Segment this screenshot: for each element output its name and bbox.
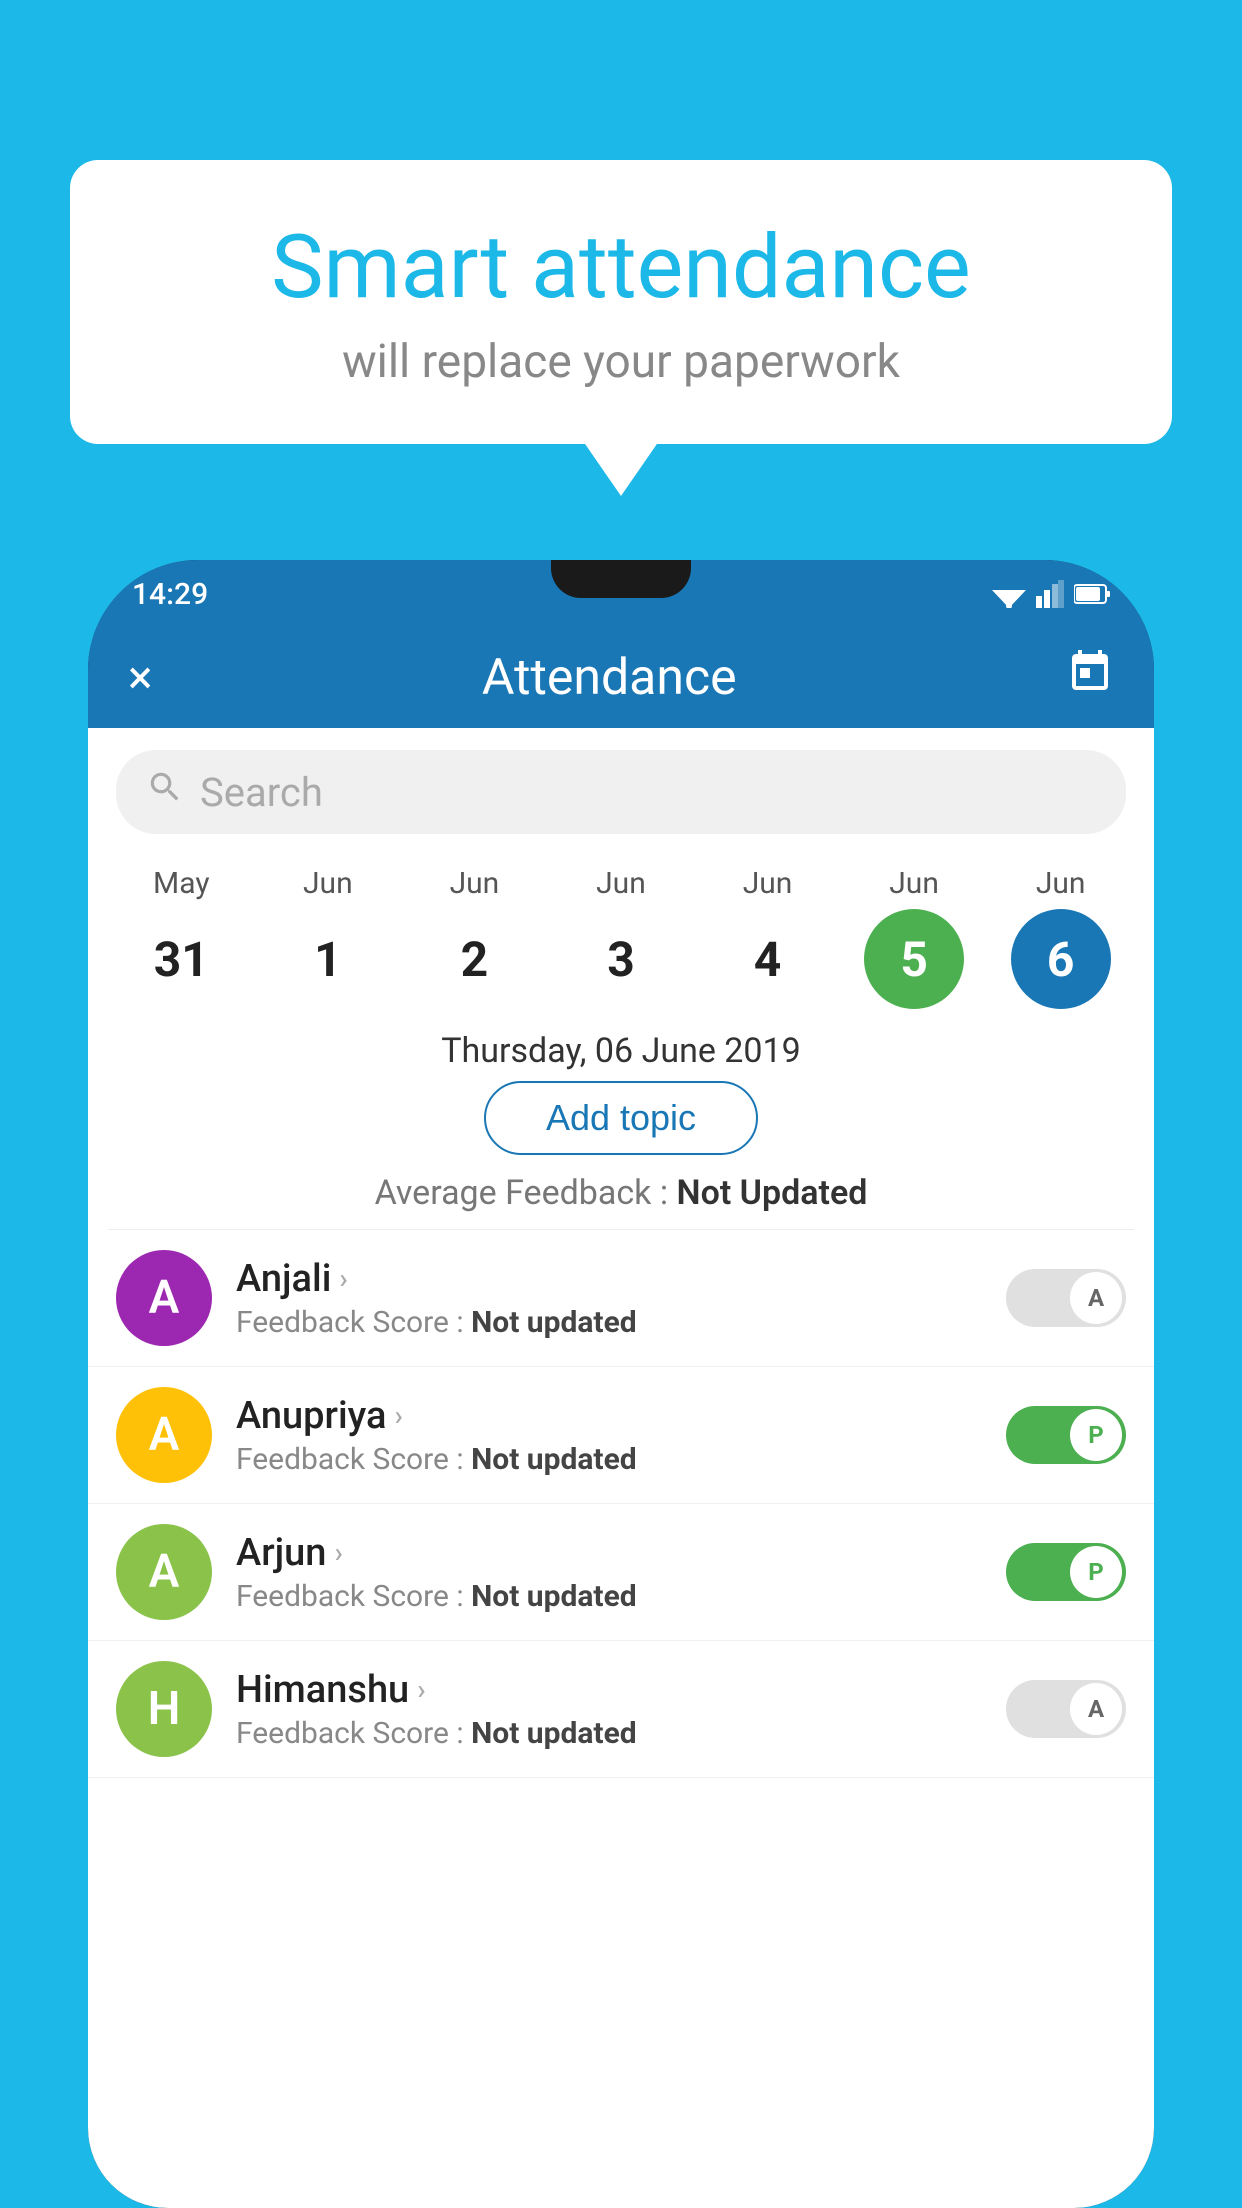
avatar: H <box>116 1661 212 1757</box>
attendance-toggle[interactable]: A <box>1006 1269 1126 1327</box>
avg-feedback-label: Average Feedback : <box>375 1173 677 1213</box>
student-name-text: Arjun <box>236 1531 326 1575</box>
student-item[interactable]: A Arjun› Feedback Score : Not updated P <box>88 1504 1154 1641</box>
wifi-icon <box>992 580 1026 608</box>
battery-icon <box>1074 582 1110 606</box>
student-name-text: Anjali <box>236 1257 331 1301</box>
student-item[interactable]: A Anupriya› Feedback Score : Not updated P <box>88 1367 1154 1504</box>
student-name: Anjali› <box>236 1257 982 1301</box>
toggle-wrap[interactable]: A <box>1006 1269 1126 1327</box>
cal-month-label: Jun <box>450 866 500 901</box>
toggle-knob: P <box>1070 1546 1122 1598</box>
signal-icon <box>1036 580 1064 608</box>
chevron-right-icon: › <box>394 1399 402 1432</box>
search-icon <box>146 768 184 816</box>
status-bar: 14:29 <box>88 560 1154 628</box>
calendar-day[interactable]: Jun 5 <box>854 866 974 1009</box>
student-name: Arjun› <box>236 1531 982 1575</box>
cal-date-number: 4 <box>718 909 818 1009</box>
status-time: 14:29 <box>132 577 208 612</box>
cal-month-label: Jun <box>743 866 793 901</box>
student-info: Anupriya› Feedback Score : Not updated <box>236 1394 982 1477</box>
phone-frame: 14:29 × Attendance <box>88 560 1154 2208</box>
attendance-toggle[interactable]: P <box>1006 1543 1126 1601</box>
feedback-score: Feedback Score : Not updated <box>236 1579 982 1614</box>
calendar-day[interactable]: Jun 6 <box>1001 866 1121 1009</box>
cal-month-label: Jun <box>1036 866 1086 901</box>
feedback-label: Feedback Score : <box>236 1579 471 1614</box>
feedback-score: Feedback Score : Not updated <box>236 1305 982 1340</box>
close-button[interactable]: × <box>128 651 153 705</box>
cal-date-number: 31 <box>131 909 231 1009</box>
cal-date-number: 3 <box>571 909 671 1009</box>
search-svg <box>146 768 184 806</box>
screen-content: Search May 31 Jun 1 Jun 2 Jun 3 Jun 4 Jun 5 Jun 6 Thu… <box>88 728 1154 2208</box>
avatar: A <box>116 1250 212 1346</box>
feedback-label: Feedback Score : <box>236 1716 471 1751</box>
toggle-knob: P <box>1070 1409 1122 1461</box>
bubble-subtitle: will replace your paperwork <box>120 335 1122 389</box>
bubble-title: Smart attendance <box>120 220 1122 317</box>
calendar-strip: May 31 Jun 1 Jun 2 Jun 3 Jun 4 Jun 5 Jun 6 <box>88 856 1154 1009</box>
add-topic-button[interactable]: Add topic <box>484 1081 758 1155</box>
avatar: A <box>116 1524 212 1620</box>
calendar-day[interactable]: May 31 <box>121 866 241 1009</box>
student-name: Himanshu› <box>236 1668 982 1712</box>
calendar-day[interactable]: Jun 3 <box>561 866 681 1009</box>
students-list: AAnjali›Feedback Score : Not updatedAAAn… <box>88 1230 1154 1778</box>
feedback-value: Not updated <box>471 1305 637 1340</box>
feedback-value: Not updated <box>471 1442 637 1477</box>
toggle-wrap[interactable]: P <box>1006 1406 1126 1464</box>
toggle-wrap[interactable]: P <box>1006 1543 1126 1601</box>
cal-month-label: Jun <box>303 866 353 901</box>
cal-date-number: 1 <box>278 909 378 1009</box>
average-feedback: Average Feedback : Not Updated <box>88 1173 1154 1213</box>
cal-date-number: 2 <box>424 909 524 1009</box>
cal-month-label: May <box>153 866 209 901</box>
student-name-text: Himanshu <box>236 1668 409 1712</box>
student-name: Anupriya› <box>236 1394 982 1438</box>
cal-date-number: 6 <box>1011 909 1111 1009</box>
attendance-toggle[interactable]: P <box>1006 1406 1126 1464</box>
calendar-button[interactable] <box>1066 648 1114 708</box>
feedback-label: Feedback Score : <box>236 1305 471 1340</box>
chevron-right-icon: › <box>339 1262 347 1295</box>
search-bar[interactable]: Search <box>116 750 1126 834</box>
avatar: A <box>116 1387 212 1483</box>
feedback-value: Not updated <box>471 1716 637 1751</box>
app-title: Attendance <box>482 649 737 707</box>
student-info: Himanshu› Feedback Score : Not updated <box>236 1668 982 1751</box>
student-info: Arjun› Feedback Score : Not updated <box>236 1531 982 1614</box>
calendar-day[interactable]: Jun 2 <box>414 866 534 1009</box>
feedback-score: Feedback Score : Not updated <box>236 1442 982 1477</box>
selected-date: Thursday, 06 June 2019 <box>88 1031 1154 1071</box>
toggle-wrap[interactable]: A <box>1006 1680 1126 1738</box>
student-info: Anjali› Feedback Score : Not updated <box>236 1257 982 1340</box>
feedback-label: Feedback Score : <box>236 1442 471 1477</box>
status-icons <box>992 580 1110 608</box>
cal-month-label: Jun <box>596 866 646 901</box>
calendar-icon <box>1066 648 1114 696</box>
chevron-right-icon: › <box>417 1673 425 1706</box>
speech-bubble: Smart attendance will replace your paper… <box>70 160 1172 444</box>
app-bar: × Attendance <box>88 628 1154 728</box>
chevron-right-icon: › <box>334 1536 342 1569</box>
attendance-toggle[interactable]: A <box>1006 1680 1126 1738</box>
search-placeholder: Search <box>200 769 323 816</box>
cal-date-number: 5 <box>864 909 964 1009</box>
avg-feedback-value: Not Updated <box>677 1173 868 1213</box>
toggle-knob: A <box>1070 1683 1122 1735</box>
feedback-value: Not updated <box>471 1579 637 1614</box>
student-item[interactable]: A Anjali› Feedback Score : Not updated A <box>88 1230 1154 1367</box>
cal-month-label: Jun <box>889 866 939 901</box>
calendar-day[interactable]: Jun 4 <box>708 866 828 1009</box>
student-name-text: Anupriya <box>236 1394 386 1438</box>
feedback-score: Feedback Score : Not updated <box>236 1716 982 1751</box>
student-item[interactable]: H Himanshu› Feedback Score : Not updated A <box>88 1641 1154 1778</box>
toggle-knob: A <box>1070 1272 1122 1324</box>
calendar-day[interactable]: Jun 1 <box>268 866 388 1009</box>
